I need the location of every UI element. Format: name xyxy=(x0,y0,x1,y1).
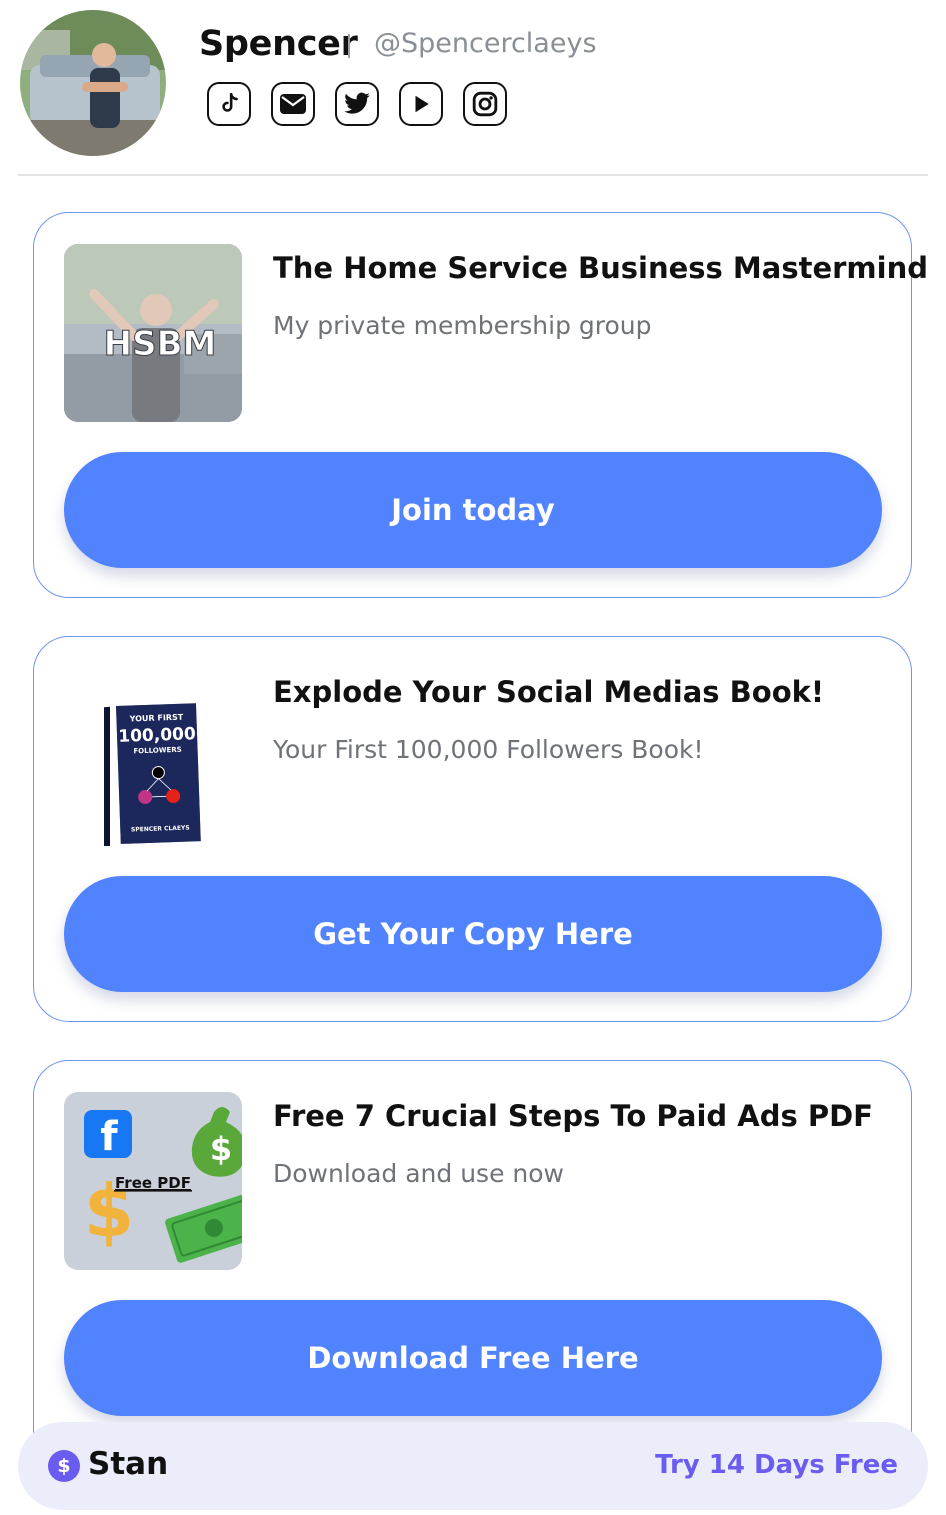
product-title[interactable]: Explode Your Social Medias Book! xyxy=(273,675,891,709)
hsbm-thumbnail[interactable]: HSBM xyxy=(64,244,242,422)
get-your-copy-button[interactable]: Get Your Copy Here xyxy=(64,876,882,992)
profile-handle: @Spencerclaeys xyxy=(374,28,597,59)
instagram-icon[interactable] xyxy=(463,82,507,126)
cover-line1: YOUR FIRST xyxy=(129,713,184,724)
svg-text:f: f xyxy=(100,1114,118,1160)
email-icon[interactable] xyxy=(271,82,315,126)
avatar[interactable] xyxy=(20,10,166,156)
download-free-button[interactable]: Download Free Here xyxy=(64,1300,882,1416)
product-subtitle: Download and use now xyxy=(273,1159,564,1188)
product-card: HSBM The Home Service Business Mastermin… xyxy=(33,212,928,598)
product-card: YOUR FIRST 100,000 FOLLOWERS SPENCER CLA… xyxy=(33,636,912,1022)
product-title[interactable]: The Home Service Business Mastermind xyxy=(273,251,928,285)
product-title[interactable]: Free 7 Crucial Steps To Paid Ads PDF xyxy=(273,1099,891,1133)
product-subtitle: My private membership group xyxy=(273,311,652,340)
join-today-button[interactable]: Join today xyxy=(64,452,882,568)
social-links xyxy=(207,82,507,126)
book-cover-thumbnail[interactable]: YOUR FIRST 100,000 FOLLOWERS SPENCER CLA… xyxy=(64,668,242,846)
name-separator xyxy=(348,34,350,58)
stan-brand[interactable]: Stan xyxy=(88,1446,168,1482)
cover-line2: 100,000 xyxy=(118,724,196,747)
hsbm-thumb-text: HSBM xyxy=(104,324,217,364)
cover-line3: FOLLOWERS xyxy=(133,746,182,756)
youtube-icon[interactable] xyxy=(399,82,443,126)
profile-name: Spencer xyxy=(199,24,358,64)
header-divider xyxy=(18,174,928,176)
pdf-thumb-text: Free PDF xyxy=(115,1174,191,1192)
try-free-link[interactable]: Try 14 Days Free xyxy=(655,1450,898,1480)
profile-header: Spencer @Spencerclaeys xyxy=(0,0,946,176)
free-pdf-thumbnail[interactable]: f $ $ Free PDF xyxy=(64,1092,242,1270)
svg-text:$: $ xyxy=(210,1130,232,1168)
product-subtitle: Your First 100,000 Followers Book! xyxy=(273,735,704,764)
tiktok-icon[interactable] xyxy=(207,82,251,126)
stan-dollar-icon: $ xyxy=(48,1450,80,1482)
twitter-icon[interactable] xyxy=(335,82,379,126)
stan-footer-bar[interactable]: $ Stan Try 14 Days Free xyxy=(18,1422,928,1510)
